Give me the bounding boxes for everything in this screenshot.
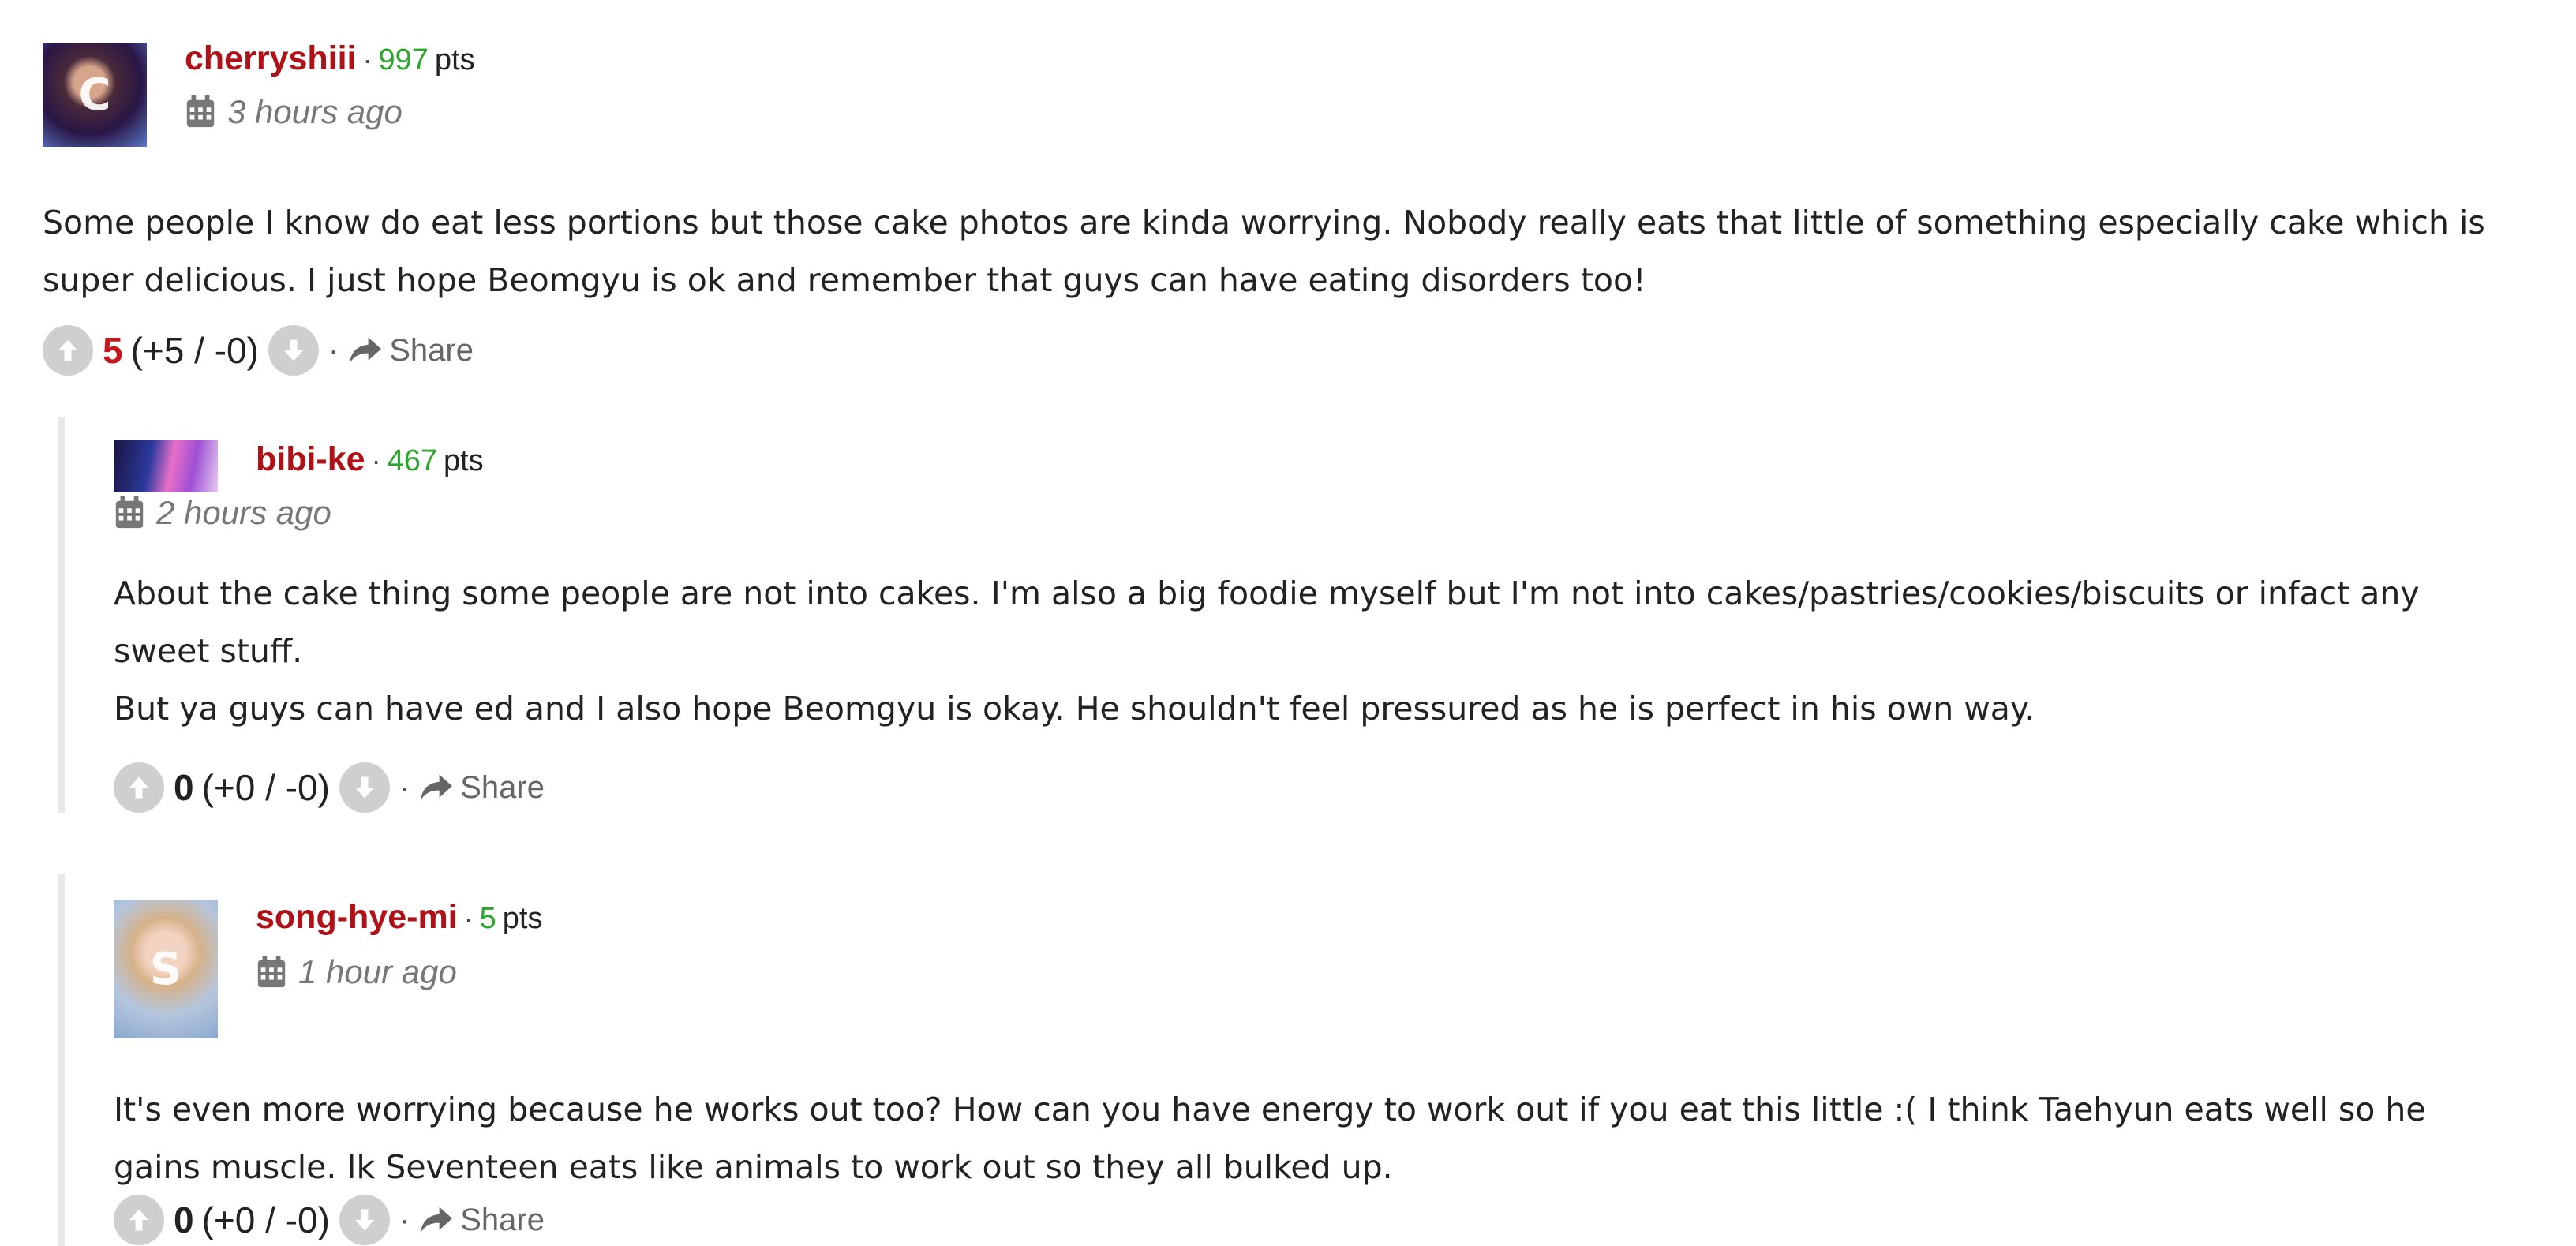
comment-actions: 0 (+0 / -0) · Share	[114, 762, 545, 813]
separator: ·	[371, 444, 381, 477]
upvote-arrow-icon	[129, 776, 148, 799]
downvote-button[interactable]	[339, 1195, 390, 1245]
score: 5	[103, 330, 123, 371]
comment-paragraph: About the cake thing some people are not…	[114, 574, 2420, 670]
comment-thread: C cherryshiii · 997 pts 3 hours ago Some pe…	[0, 0, 2576, 1246]
comment-header: cherryshiii · 997 pts	[185, 39, 475, 78]
comment-body: It's even more worrying because he works…	[114, 1081, 2513, 1196]
upvote-button[interactable]	[114, 1195, 164, 1245]
comment-header: bibi-ke · 467 pts	[256, 440, 484, 479]
comment-paragraph: But ya guys can have ed and I also hope …	[114, 690, 2035, 728]
avatar[interactable]	[114, 440, 218, 492]
time-text: 3 hours ago	[227, 93, 402, 130]
comment-body: About the cake thing some people are not…	[114, 565, 2513, 738]
share-button[interactable]: Share	[348, 333, 474, 369]
vote-breakdown: (+0 / -0)	[201, 767, 330, 808]
comment-body: Some people I know do eat less portions …	[43, 194, 2552, 309]
downvote-arrow-icon	[354, 776, 374, 799]
separator: ·	[362, 43, 373, 76]
avatar[interactable]: C	[43, 43, 147, 147]
score: 0	[174, 767, 194, 808]
downvote-button[interactable]	[339, 762, 390, 813]
time-text: 2 hours ago	[156, 494, 331, 531]
username-link[interactable]: bibi-ke	[256, 440, 365, 478]
calendar-icon	[115, 496, 144, 529]
avatar-initial: S	[149, 943, 182, 995]
vote-breakdown: (+5 / -0)	[130, 330, 259, 371]
avatar[interactable]: S	[114, 900, 218, 1038]
time-text: 1 hour ago	[298, 953, 457, 990]
share-arrow-icon	[421, 774, 453, 801]
timestamp: 1 hour ago	[256, 953, 457, 991]
comment-paragraph: It's even more worrying because he works…	[114, 1091, 2426, 1186]
username-link[interactable]: cherryshiii	[185, 39, 357, 77]
points-value: 467	[387, 444, 437, 477]
reply-container: S song-hye-mi · 5 pts 1 hour ago It's even …	[58, 874, 2543, 1246]
points-value: 5	[479, 902, 496, 935]
downvote-arrow-icon	[283, 339, 303, 361]
share-button[interactable]: Share	[419, 1203, 545, 1238]
upvote-button[interactable]	[114, 762, 164, 813]
upvote-arrow-icon	[129, 1209, 148, 1231]
points-value: 997	[378, 43, 429, 77]
upvote-button[interactable]	[43, 325, 93, 376]
share-label: Share	[460, 769, 545, 805]
points-label: pts	[434, 43, 475, 77]
timestamp: 2 hours ago	[114, 494, 331, 532]
calendar-icon	[257, 956, 286, 988]
share-label: Share	[389, 332, 474, 368]
share-button[interactable]: Share	[419, 770, 545, 806]
downvote-arrow-icon	[354, 1209, 374, 1231]
separator: ·	[328, 332, 339, 368]
share-label: Share	[460, 1202, 545, 1237]
separator: ·	[463, 902, 474, 934]
comment-header: song-hye-mi · 5 pts	[256, 898, 542, 937]
reply-container: bibi-ke · 467 pts 2 hours ago About the cak…	[58, 417, 2543, 813]
points-label: pts	[443, 444, 484, 477]
comment-paragraph: Some people I know do eat less portions …	[43, 204, 2485, 299]
timestamp: 3 hours ago	[185, 93, 402, 131]
comment-actions: 0 (+0 / -0) · Share	[114, 1195, 545, 1245]
points-label: pts	[502, 902, 543, 935]
separator: ·	[399, 769, 410, 805]
calendar-icon	[186, 95, 215, 128]
share-arrow-icon	[350, 337, 382, 364]
vote-breakdown: (+0 / -0)	[201, 1199, 330, 1240]
downvote-button[interactable]	[268, 325, 319, 376]
separator: ·	[399, 1202, 410, 1237]
username-link[interactable]: song-hye-mi	[256, 898, 458, 936]
avatar-initial: C	[78, 69, 111, 121]
upvote-arrow-icon	[58, 339, 77, 361]
share-arrow-icon	[421, 1207, 453, 1233]
comment-actions: 5 (+5 / -0) · Share	[43, 325, 474, 376]
score: 0	[174, 1199, 194, 1240]
